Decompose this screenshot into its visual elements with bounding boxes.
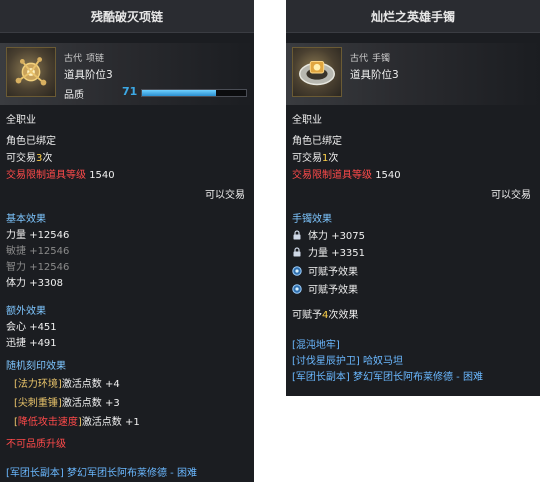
- bracelet-icon: [292, 47, 342, 97]
- item-tier: 道具阶位3: [64, 69, 113, 81]
- source-line: [混沌地牢]: [292, 340, 340, 351]
- necklace-icon: [6, 47, 56, 97]
- necklace-tooltip: 残酷破灭项链 古代项链 道具阶位3 品质 71 全职业 角色已绑定 可交易3次: [0, 0, 254, 482]
- source-text: 梦幻军团长阿布莱修德 - 困难: [67, 468, 197, 479]
- engraving-bracket: [尖刺重锤]: [14, 398, 62, 409]
- engraving-line: [降低攻击速度]激活点数 +1: [14, 413, 140, 428]
- extra-effects-title: 额外效果: [6, 306, 46, 317]
- stat-value: +12546: [29, 262, 70, 273]
- grade-label: 古代: [350, 54, 369, 64]
- bracelet-tooltip: 灿烂之英雄手镯 古代 手镯 道具阶位3 全职业 角色已绑定 可交易1次 交易限制道…: [286, 0, 540, 396]
- stat-name: 迅捷: [6, 338, 26, 349]
- stat-value: +12546: [29, 246, 70, 257]
- stat-value: +451: [29, 322, 57, 333]
- stat-name: 体力: [6, 278, 26, 289]
- stat-name: 力量: [6, 230, 26, 241]
- stat-value: +3075: [331, 231, 366, 242]
- item-header: 古代 项链 道具阶位3 品质 71: [0, 43, 254, 105]
- engraving-points-label: 激活点数: [61, 379, 102, 390]
- stat-line: 智力 +12546: [6, 258, 69, 273]
- stat-value: +3351: [331, 248, 366, 259]
- trade-limit-value: 1540: [89, 170, 115, 181]
- trade-prefix: 可交易: [6, 153, 36, 164]
- source-tag: [军团长副本]: [6, 468, 64, 479]
- grant-slot-icon: [292, 284, 302, 294]
- source-line: [军团长副本] 梦幻军团长阿布莱修德 - 困难: [292, 372, 483, 383]
- grantable-line: 可赋予效果: [292, 281, 358, 296]
- class-restriction: 全职业: [6, 115, 36, 126]
- stat-line: 力量 +12546: [6, 226, 69, 241]
- engraving-points: +3: [105, 398, 120, 409]
- engraving-points: +1: [125, 417, 140, 428]
- stat-name: 力量: [308, 248, 328, 259]
- trade-limit-label: 交易限制道具等级: [6, 170, 86, 181]
- item-grade: 古代 项链: [64, 51, 108, 64]
- stat-line: 敏捷 +12546: [6, 242, 69, 257]
- lock-icon: [292, 230, 302, 240]
- stat-value: +3308: [29, 278, 64, 289]
- bracelet-effects-title: 手镯效果: [292, 214, 332, 225]
- lock-icon: [292, 247, 302, 257]
- stat-name: 智力: [6, 262, 26, 273]
- trade-count: 可交易1次: [292, 149, 338, 164]
- type-label: 项链: [86, 54, 105, 64]
- engraving-name: 法力环境: [17, 379, 58, 390]
- grantable-text: 可赋予效果: [308, 285, 358, 296]
- engraving-line: [尖刺重锤]激活点数 +3: [14, 394, 120, 409]
- stat-name: 敏捷: [6, 246, 26, 257]
- quality-bar-fill: [142, 90, 216, 96]
- quality-label: 品质: [64, 90, 84, 101]
- trade-count: 可交易3次: [6, 149, 52, 164]
- class-restriction: 全职业: [292, 115, 322, 126]
- trade-limit-label: 交易限制道具等级: [292, 170, 372, 181]
- trade-limit: 交易限制道具等级 1540: [292, 166, 401, 181]
- tradable-status: 可以交易: [205, 190, 245, 201]
- quality-bar: [141, 89, 247, 97]
- stat-name: 体力: [308, 231, 328, 242]
- stat-name: 会心: [6, 322, 26, 333]
- item-grade: 古代 手镯: [350, 51, 394, 64]
- engraving-line: [法力环境]激活点数 +4: [14, 375, 120, 390]
- stat-line: 迅捷 +491: [6, 334, 57, 349]
- locked-stat-line: 体力 +3075: [292, 227, 365, 242]
- item-title: 残酷破灭项链: [0, 0, 254, 33]
- trade-suffix: 次: [328, 153, 339, 164]
- engraving-name: 尖刺重锤: [17, 398, 58, 409]
- engraving-points: +4: [105, 379, 120, 390]
- bound-status: 角色已绑定: [6, 136, 56, 147]
- trade-limit-value: 1540: [375, 170, 401, 181]
- grantable-text: 可赋予效果: [308, 267, 358, 278]
- engraving-points-label: 激活点数: [61, 398, 102, 409]
- trade-limit: 交易限制道具等级 1540: [6, 166, 115, 181]
- source-line: [军团长副本] 梦幻军团长阿布莱修德 - 困难: [6, 464, 197, 479]
- engraving-bracket: [降低攻击速度]: [14, 417, 82, 428]
- item-tier: 道具阶位3: [350, 69, 399, 81]
- engraving-points-label: 激活点数: [81, 417, 122, 428]
- engrave-title: 随机刻印效果: [6, 361, 66, 372]
- stat-value: +491: [29, 338, 57, 349]
- tradable-status: 可以交易: [491, 190, 531, 201]
- grant-suffix: 次效果: [328, 310, 359, 321]
- source-line: [讨伐星辰护卫] 哈奴马坦: [292, 356, 403, 367]
- locked-stat-line: 力量 +3351: [292, 244, 365, 259]
- grant-count: 可赋予4次效果: [292, 306, 358, 321]
- stat-value: +12546: [29, 230, 70, 241]
- grant-slot-icon: [292, 266, 302, 276]
- trade-suffix: 次: [42, 153, 53, 164]
- item-title: 灿烂之英雄手镯: [286, 0, 540, 33]
- engraving-name: 降低攻击速度: [17, 417, 78, 428]
- trade-prefix: 可交易: [292, 153, 322, 164]
- item-header: 古代 手镯 道具阶位3: [286, 43, 540, 105]
- bound-status: 角色已绑定: [292, 136, 342, 147]
- no-upgrade-note: 不可品质升级: [6, 439, 66, 450]
- grade-label: 古代: [64, 54, 83, 64]
- basic-effects-title: 基本效果: [6, 214, 46, 225]
- grant-prefix: 可赋予: [292, 310, 322, 321]
- stat-line: 会心 +451: [6, 318, 57, 333]
- engraving-bracket: [法力环境]: [14, 379, 62, 390]
- stat-line: 体力 +3308: [6, 274, 63, 289]
- quality-value: 71: [122, 85, 138, 98]
- grantable-line: 可赋予效果: [292, 263, 358, 278]
- type-label: 手镯: [372, 54, 391, 64]
